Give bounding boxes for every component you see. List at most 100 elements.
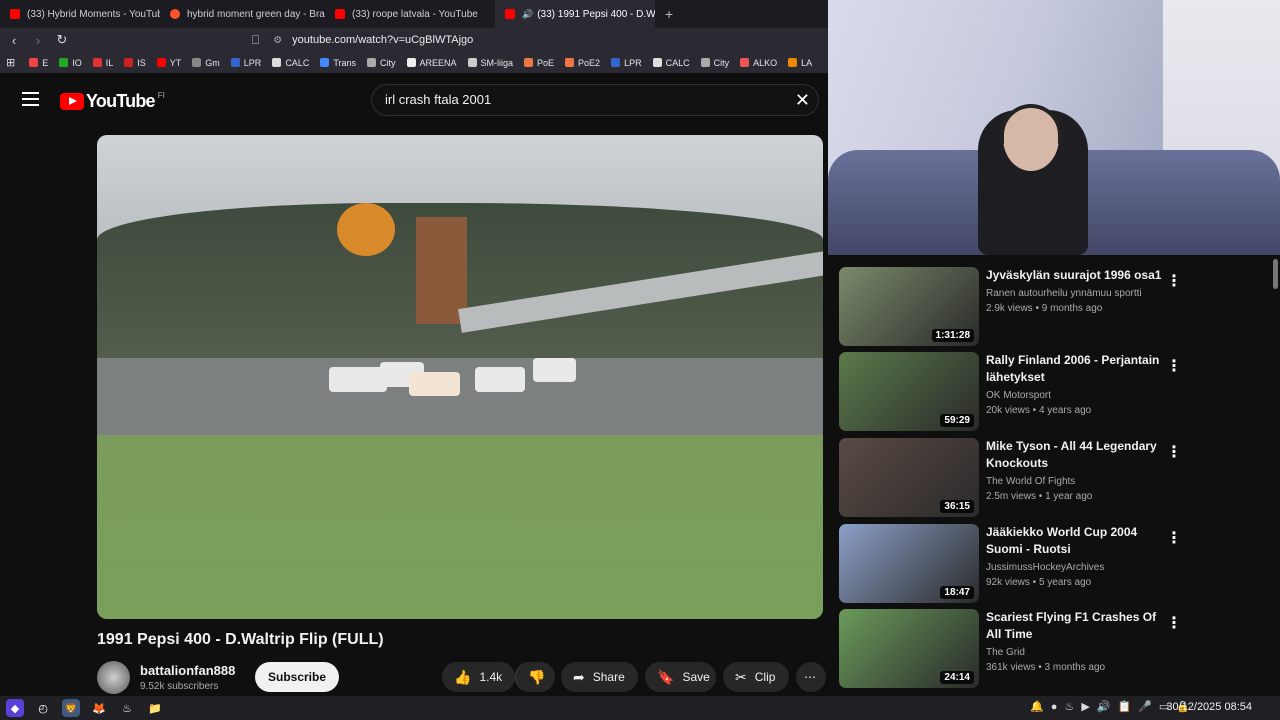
bookmark-item[interactable]: Trans: [320, 58, 356, 68]
related-video-title[interactable]: Mike Tyson - All 44 Legendary Knockouts: [986, 438, 1166, 472]
related-video-channel[interactable]: OK Motorsport: [986, 390, 1166, 401]
clear-search-icon[interactable]: ✕: [795, 90, 810, 111]
more-options-icon[interactable]: ⋮: [1166, 271, 1182, 291]
tab-roope-latvala[interactable]: (33) roope latvala - YouTube: [325, 0, 495, 28]
bookmark-item[interactable]: PoE2: [565, 58, 600, 68]
bookmark-item[interactable]: LPR: [230, 58, 261, 68]
subscribe-button[interactable]: Subscribe: [255, 662, 340, 692]
video-thumbnail[interactable]: 59:29: [839, 352, 979, 431]
channel-row: battalionfan888 9.52k subscribers: [97, 660, 235, 694]
related-video-title[interactable]: Jääkiekko World Cup 2004 Suomi - Ruotsi: [986, 524, 1166, 558]
bookmark-item[interactable]: CALC: [272, 58, 309, 68]
system-monitor-icon[interactable]: ◴: [34, 699, 52, 717]
bookmark-item[interactable]: IO: [59, 58, 82, 68]
more-options-icon[interactable]: ⋮: [1166, 356, 1182, 376]
bookmark-item[interactable]: CALC: [652, 58, 690, 68]
bookmark-favicon-icon: [565, 58, 575, 67]
video-thumbnail[interactable]: 24:14: [839, 609, 979, 688]
related-video-stats: 361k views • 3 months ago: [986, 662, 1106, 673]
bookmark-label: AREENA: [419, 57, 457, 68]
bookmark-item[interactable]: PoE: [524, 58, 554, 68]
bookmark-item[interactable]: IL: [92, 58, 113, 68]
clip-button[interactable]: ✂ Clip: [723, 662, 789, 692]
like-button[interactable]: 👍 1.4k: [442, 662, 515, 692]
related-video-item[interactable]: 18:47 Jääkiekko World Cup 2004 Suomi - Ru…: [839, 524, 1269, 604]
related-video-channel[interactable]: The World Of Fights: [986, 476, 1166, 487]
reload-icon[interactable]: ↻: [52, 32, 72, 48]
brave-browser-icon[interactable]: 🦁: [62, 699, 80, 717]
notification-icon[interactable]: 🔔: [1030, 700, 1044, 713]
video-thumbnail[interactable]: 1:31:28: [839, 267, 979, 346]
related-video-title[interactable]: Rally Finland 2006 - Perjantain lähetyks…: [986, 352, 1166, 386]
more-actions-button[interactable]: ⋯: [796, 662, 826, 692]
related-video-channel[interactable]: The Grid: [986, 647, 1166, 658]
bookmark-favicon-icon: [192, 58, 202, 67]
back-icon[interactable]: ‹: [4, 33, 24, 48]
more-options-icon[interactable]: ⋮: [1166, 528, 1182, 548]
bookmark-item[interactable]: LPR: [611, 58, 642, 68]
forward-icon[interactable]: ›: [28, 33, 48, 48]
bookmarks-bar: ⊞ E IO IL IS YT Gm LPR CALC Trans City AREENA SM-li…: [0, 52, 828, 74]
bookmark-item[interactable]: City: [700, 57, 730, 68]
bookmark-favicon-icon: [92, 58, 102, 67]
video-thumbnail[interactable]: 18:47: [839, 524, 979, 603]
video-frame-grass: [97, 435, 823, 619]
bookmark-favicon-icon: [467, 58, 477, 67]
menu-icon[interactable]: [22, 92, 39, 106]
video-thumbnail[interactable]: 36:15: [839, 438, 979, 517]
video-player[interactable]: [97, 135, 823, 619]
bookmark-icon[interactable]: ⎕: [252, 33, 259, 48]
related-video-item[interactable]: 24:14 Scariest Flying F1 Crashes Of All T…: [839, 609, 1269, 689]
bookmark-item[interactable]: ALKO: [740, 58, 777, 68]
url-text[interactable]: youtube.com/watch?v=uCgBlWTAjgo: [292, 34, 473, 46]
bookmark-favicon-icon: [320, 58, 330, 67]
steam-icon[interactable]: ♨: [118, 699, 136, 717]
volume-icon[interactable]: 🔊: [1097, 700, 1111, 713]
dislike-button[interactable]: 👎: [515, 662, 555, 692]
apps-grid-icon[interactable]: ⊞: [6, 56, 15, 69]
media-icon[interactable]: ▶: [1081, 700, 1089, 713]
microphone-icon[interactable]: 🎤: [1138, 700, 1152, 713]
more-options-icon[interactable]: ⋮: [1166, 613, 1182, 633]
bookmark-item[interactable]: YT: [156, 58, 181, 68]
related-video-channel[interactable]: JussimussHockeyArchives: [986, 562, 1166, 573]
related-video-item[interactable]: 1:31:28 Jyväskylän suurajot 1996 osa1 Rane…: [839, 267, 1269, 347]
clipboard-icon[interactable]: 📋: [1117, 700, 1131, 713]
bookmark-item[interactable]: Gm: [192, 58, 220, 68]
tab-hybrid-moments[interactable]: (33) Hybrid Moments - YouTube: [0, 0, 160, 28]
youtube-logo[interactable]: YouTube FI: [60, 91, 165, 112]
file-manager-icon[interactable]: 📁: [146, 699, 164, 717]
steam-tray-icon[interactable]: ♨: [1064, 700, 1074, 713]
tab-pepsi-400[interactable]: 🔊 (33) 1991 Pepsi 400 - D.W ✕: [495, 0, 655, 28]
related-video-stats: 2.9k views • 9 months ago: [986, 303, 1103, 314]
address-bar[interactable]: ⎕ ⚙ youtube.com/watch?v=uCgBlWTAjgo: [252, 29, 473, 51]
scrollbar[interactable]: [1273, 259, 1278, 289]
bookmark-item[interactable]: SM-liiga: [467, 58, 513, 68]
bookmark-item[interactable]: E: [29, 58, 48, 68]
more-options-icon[interactable]: ⋮: [1166, 442, 1182, 462]
share-button[interactable]: ➦ Share: [561, 662, 638, 692]
bookmark-item[interactable]: City: [367, 58, 396, 68]
clock[interactable]: 30/12/2025 08:54: [1166, 701, 1252, 713]
channel-name[interactable]: battalionfan888: [140, 663, 235, 678]
related-video-item[interactable]: 59:29 Rally Finland 2006 - Perjantain läh…: [839, 352, 1269, 432]
avatar[interactable]: [97, 660, 130, 694]
save-button[interactable]: 🔖 Save: [645, 662, 716, 692]
video-frame-car: [329, 367, 388, 392]
tab-brave-search[interactable]: hybrid moment green day - Brav: [160, 0, 325, 28]
start-menu-icon[interactable]: ◆: [6, 699, 24, 717]
bookmark-item[interactable]: LA: [788, 58, 812, 68]
bookmark-label: City: [713, 57, 730, 68]
new-tab-icon[interactable]: +: [655, 6, 683, 22]
related-video-channel[interactable]: Ranen autourheilu ynnämuu sportti: [986, 288, 1166, 299]
related-video-item[interactable]: 36:15 Mike Tyson - All 44 Legendary Knock…: [839, 438, 1269, 518]
related-video-title[interactable]: Jyväskylän suurajot 1996 osa1: [986, 267, 1166, 284]
site-info-icon[interactable]: ⚙: [273, 35, 282, 46]
related-video-title[interactable]: Scariest Flying F1 Crashes Of All Time: [986, 609, 1166, 643]
record-icon[interactable]: ●: [1051, 701, 1058, 713]
search-input[interactable]: [385, 92, 775, 107]
bookmark-item[interactable]: IS: [124, 58, 146, 68]
firefox-icon[interactable]: 🦊: [90, 699, 108, 717]
bookmark-item[interactable]: AREENA: [406, 57, 457, 68]
search-box[interactable]: ✕: [371, 84, 819, 116]
